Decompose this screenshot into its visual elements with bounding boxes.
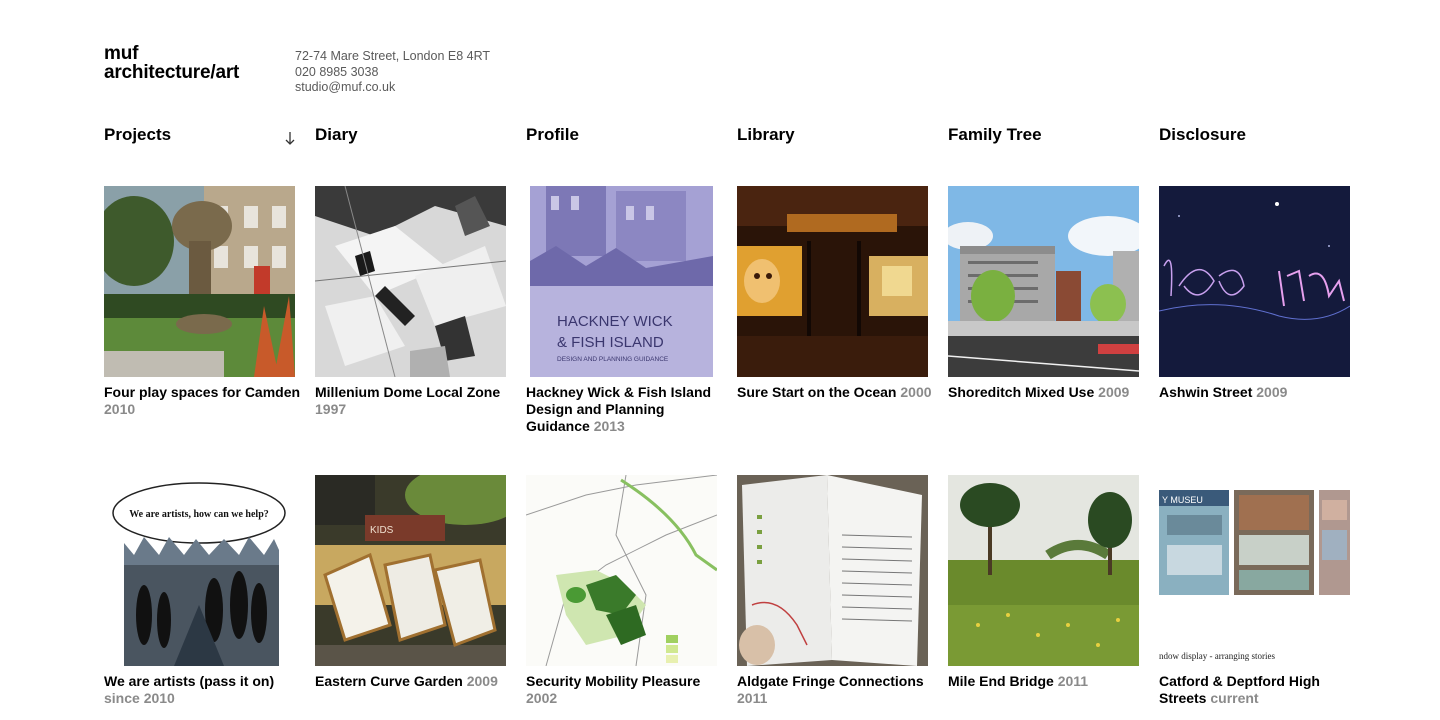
project-year: 1997 — [315, 401, 347, 417]
nav-diary[interactable]: Diary — [315, 125, 358, 145]
project-title: Sure Start on the Ocean — [737, 384, 897, 400]
logo-line-2: architecture/art — [104, 62, 240, 83]
project-title: Shoreditch Mixed Use — [948, 384, 1095, 400]
project-caption-eastern-curve[interactable]: Eastern Curve Garden 2009 — [315, 673, 515, 690]
project-title: We are artists (pass it on) — [104, 673, 275, 689]
project-thumbnail-security-mobility[interactable] — [526, 475, 717, 666]
project-thumbnail-shoreditch[interactable] — [948, 186, 1139, 377]
project-caption-shoreditch[interactable]: Shoreditch Mixed Use 2009 — [948, 384, 1153, 401]
project-year: 2010 — [104, 401, 136, 417]
cover-title-line-1: HACKNEY WICK — [557, 313, 673, 330]
project-thumbnail-aldgate[interactable] — [737, 475, 928, 666]
speech-bubble-text: We are artists, how can we help? — [129, 509, 269, 520]
museum-sign-text: Y MUSEU — [1162, 495, 1203, 505]
project-title: Mile End Bridge — [948, 673, 1054, 689]
ashwin-street-image — [1159, 186, 1350, 377]
site-logo[interactable]: muf architecture/art — [104, 44, 239, 82]
sure-start-image — [737, 186, 928, 377]
project-year: 2013 — [593, 418, 625, 434]
project-thumbnail-catford[interactable]: Y MUSEU ndow display - arranging stories — [1159, 475, 1350, 666]
contact-info: 72-74 Mare Street, London E8 4RT 020 898… — [295, 49, 490, 96]
project-caption-aldgate[interactable]: Aldgate Fringe Connections 2011 — [737, 673, 937, 707]
project-year: 2009 — [1256, 384, 1288, 400]
project-title: Security Mobility Pleasure — [526, 673, 701, 689]
project-thumbnail-camden[interactable] — [104, 186, 295, 377]
shoreditch-render-image — [948, 186, 1139, 377]
project-year: 2009 — [1098, 384, 1130, 400]
dome-model-image — [315, 186, 506, 377]
nav-family-tree[interactable]: Family Tree — [948, 125, 1042, 145]
nav-library[interactable]: Library — [737, 125, 795, 145]
cover-title-line-2: & FISH ISLAND — [557, 334, 664, 351]
aldgate-booklet-image — [737, 475, 928, 666]
project-title: Ashwin Street — [1159, 384, 1253, 400]
project-title: Eastern Curve Garden — [315, 673, 463, 689]
project-caption-hackney-wick[interactable]: Hackney Wick & Fish Island Design and Pl… — [526, 384, 726, 435]
project-thumbnail-we-are-artists[interactable]: We are artists, how can we help? — [104, 475, 295, 666]
project-title: Millenium Dome Local Zone — [315, 384, 501, 400]
project-thumbnail-hackney-wick[interactable]: HACKNEY WICK & FISH ISLAND DESIGN AND PL… — [526, 186, 717, 377]
project-caption-sure-start[interactable]: Sure Start on the Ocean 2000 — [737, 384, 937, 401]
project-year: 2011 — [737, 690, 768, 706]
camden-play-image — [104, 186, 295, 377]
project-caption-mile-end[interactable]: Mile End Bridge 2011 — [948, 673, 1148, 690]
project-year: 2011 — [1057, 673, 1089, 689]
project-caption-ashwin-street[interactable]: Ashwin Street 2009 — [1159, 384, 1359, 401]
we-are-artists-image: We are artists, how can we help? — [104, 475, 295, 666]
project-caption-catford[interactable]: Catford & Deptford High Streets current — [1159, 673, 1359, 707]
mile-end-bridge-image — [948, 475, 1139, 666]
kids-sign-text: KIDS — [370, 525, 394, 536]
nav-profile[interactable]: Profile — [526, 125, 579, 145]
display-caption-text: ndow display - arranging stories — [1159, 651, 1275, 661]
address-text: 72-74 Mare Street, London E8 4RT — [295, 49, 491, 63]
security-mobility-map-image — [526, 475, 717, 666]
phone-text: 020 8985 3038 — [295, 64, 379, 79]
email-link[interactable]: studio@muf.co.uk — [295, 80, 490, 96]
arrow-down-icon[interactable] — [283, 130, 297, 146]
project-thumbnail-dome[interactable] — [315, 186, 506, 377]
project-caption-dome[interactable]: Millenium Dome Local Zone 1997 — [315, 384, 515, 418]
project-thumbnail-mile-end[interactable] — [948, 475, 1139, 666]
project-thumbnail-eastern-curve[interactable]: KIDS — [315, 475, 506, 666]
project-thumbnail-sure-start[interactable] — [737, 186, 928, 377]
project-thumbnail-ashwin-street[interactable] — [1159, 186, 1350, 377]
cover-subtitle: DESIGN AND PLANNING GUIDANCE — [557, 356, 669, 363]
project-title: Aldgate Fringe Connections — [737, 673, 924, 689]
project-year: since 2010 — [104, 690, 175, 706]
project-title: Four play spaces for Camden — [104, 384, 301, 400]
nav-projects[interactable]: Projects — [104, 125, 171, 145]
project-caption-we-are-artists[interactable]: We are artists (pass it on) since 2010 — [104, 673, 304, 707]
catford-window-display-image: Y MUSEU ndow display - arranging stories — [1159, 475, 1350, 666]
logo-line-1: muf — [104, 43, 139, 64]
hackney-wick-cover-image: HACKNEY WICK & FISH ISLAND DESIGN AND PL… — [526, 186, 717, 377]
eastern-curve-garden-image: KIDS — [315, 475, 506, 666]
project-year: 2002 — [526, 690, 558, 706]
project-year: current — [1210, 690, 1259, 706]
project-caption-camden[interactable]: Four play spaces for Camden 2010 — [104, 384, 304, 418]
project-year: 2009 — [466, 673, 498, 689]
nav-disclosure[interactable]: Disclosure — [1159, 125, 1246, 145]
project-year: 2000 — [900, 384, 932, 400]
project-caption-security-mobility[interactable]: Security Mobility Pleasure 2002 — [526, 673, 726, 707]
